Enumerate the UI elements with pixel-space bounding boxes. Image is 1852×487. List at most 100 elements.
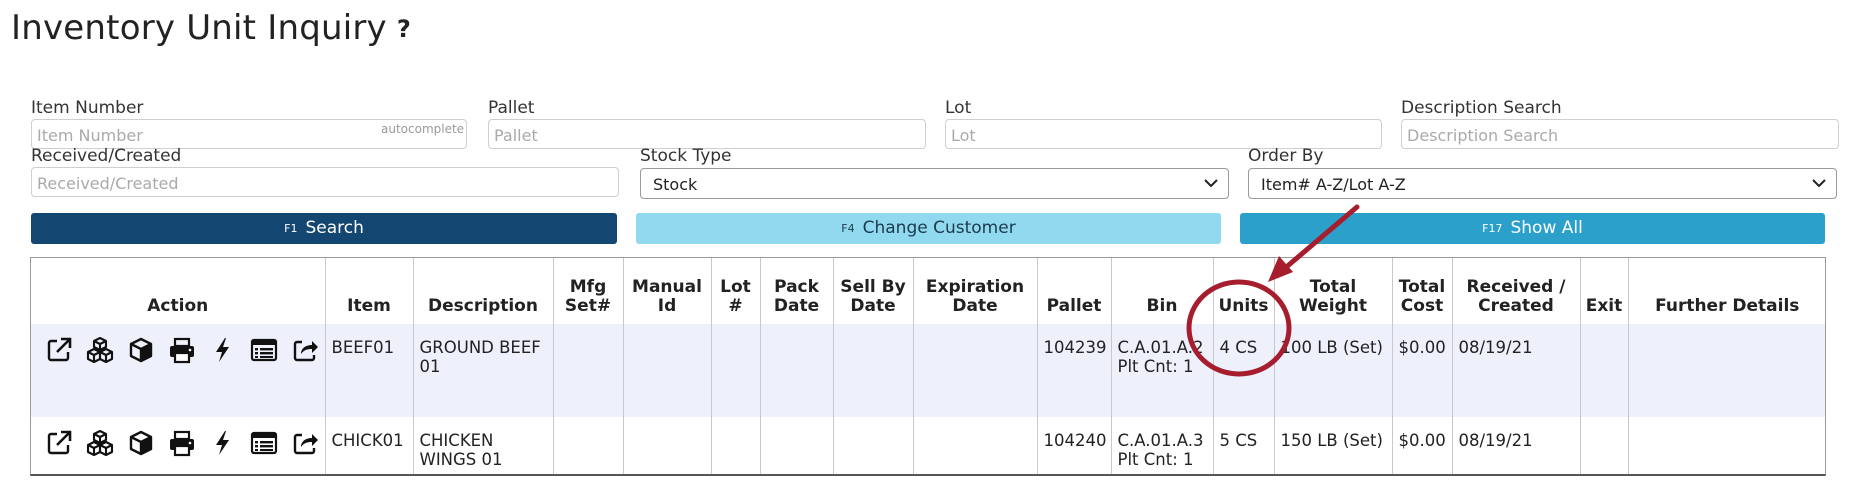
help-icon[interactable]: ?: [397, 15, 411, 43]
show-all-button-label: Show All: [1510, 218, 1583, 238]
boxes-icon[interactable]: [86, 336, 114, 364]
col-pallet[interactable]: Pallet: [1037, 258, 1112, 324]
cell-pallet: 104240: [1037, 417, 1112, 474]
plt-cnt: Plt Cnt: 1: [1117, 357, 1194, 376]
autocomplete-hint: autocomplete: [381, 122, 465, 136]
order-by-value: Item# A-Z/Lot A-Z: [1261, 175, 1406, 194]
cell-further-details: [1628, 417, 1825, 474]
share-icon[interactable]: [291, 336, 319, 364]
page-title: Inventory Unit Inquiry?: [11, 8, 411, 48]
pallet-label: Pallet: [488, 98, 535, 118]
description-search-input[interactable]: [1401, 119, 1839, 149]
bolt-icon[interactable]: [209, 336, 237, 364]
page-title-text: Inventory Unit Inquiry: [11, 8, 387, 48]
search-button[interactable]: F1 Search: [31, 213, 617, 244]
cell-total-cost: $0.00: [1392, 324, 1453, 417]
pallet-input[interactable]: [488, 119, 926, 149]
change-customer-button-label: Change Customer: [862, 218, 1016, 238]
show-all-hotkey: F17: [1482, 222, 1503, 235]
item-number-label: Item Number: [31, 98, 144, 118]
print-icon[interactable]: [168, 336, 196, 364]
stock-type-select[interactable]: Stock: [640, 168, 1229, 199]
cell-lot: [711, 324, 761, 417]
col-sell-by-date[interactable]: Sell By Date: [833, 258, 914, 324]
cell-sell-by: [833, 324, 914, 417]
cell-mfg-set: [553, 324, 624, 417]
results-table: Action Item Description Mfg Set# Manual …: [31, 258, 1825, 474]
row-actions: [31, 417, 326, 474]
chevron-down-icon: [1812, 179, 1826, 188]
cell-manual-id: [623, 417, 712, 474]
col-description[interactable]: Description: [413, 258, 554, 324]
cell-lot: [711, 417, 761, 474]
bin-code: C.A.01.A.2: [1117, 338, 1204, 357]
share-icon[interactable]: [291, 429, 319, 457]
cell-exit: [1580, 417, 1629, 474]
col-expiration-date[interactable]: Expiration Date: [913, 258, 1038, 324]
cell-item: CHICK01: [325, 417, 414, 474]
box-icon[interactable]: [127, 429, 155, 457]
change-customer-hotkey: F4: [841, 222, 855, 235]
col-action[interactable]: Action: [31, 258, 326, 324]
cell-expiration: [913, 417, 1038, 474]
lot-input[interactable]: [945, 119, 1382, 149]
list-icon[interactable]: [250, 429, 278, 457]
cell-bin: C.A.01.A.3 Plt Cnt: 1: [1111, 417, 1214, 474]
action-icons-row-2: [37, 429, 319, 457]
cell-total-cost: $0.00: [1392, 417, 1453, 474]
order-by-select[interactable]: Item# A-Z/Lot A-Z: [1248, 168, 1837, 199]
col-further-details[interactable]: Further Details: [1628, 258, 1825, 324]
plt-cnt: Plt Cnt: 1: [1117, 450, 1194, 469]
cell-units: 5 CS: [1213, 417, 1275, 474]
col-lot[interactable]: Lot #: [711, 258, 761, 324]
bolt-icon[interactable]: [209, 429, 237, 457]
change-customer-button[interactable]: F4 Change Customer: [636, 213, 1221, 244]
cell-item: BEEF01: [325, 324, 414, 417]
cell-received: 08/19/21: [1452, 417, 1581, 474]
order-by-label: Order By: [1248, 146, 1324, 166]
table-row[interactable]: BEEF01 GROUND BEEF 01 104239 C.A.01.A.2 P…: [31, 324, 1825, 417]
cell-total-weight: 150 LB (Set): [1274, 417, 1393, 474]
col-total-weight[interactable]: Total Weight: [1274, 258, 1393, 324]
col-total-cost[interactable]: Total Cost: [1392, 258, 1453, 324]
table-header-row: Action Item Description Mfg Set# Manual …: [31, 258, 1825, 324]
search-button-label: Search: [305, 218, 364, 238]
cell-sell-by: [833, 417, 914, 474]
col-item[interactable]: Item: [325, 258, 414, 324]
bin-code: C.A.01.A.3: [1117, 431, 1204, 450]
col-manual-id[interactable]: Manual Id: [623, 258, 712, 324]
col-mfg-set[interactable]: Mfg Set#: [553, 258, 624, 324]
table-row[interactable]: CHICK01 CHICKEN WINGS 01 104240 C.A.01.A…: [31, 417, 1825, 474]
cell-received: 08/19/21: [1452, 324, 1581, 417]
cell-further-details: [1628, 324, 1825, 417]
lot-label: Lot: [945, 98, 972, 118]
chevron-down-icon: [1204, 179, 1218, 188]
external-link-icon[interactable]: [45, 336, 73, 364]
cell-expiration: [913, 324, 1038, 417]
stock-type-label: Stock Type: [640, 146, 732, 166]
col-bin[interactable]: Bin: [1111, 258, 1214, 324]
results-grid: Action Item Description Mfg Set# Manual …: [30, 257, 1826, 476]
received-created-input[interactable]: [31, 167, 619, 197]
col-received-created[interactable]: Received / Created: [1452, 258, 1581, 324]
box-icon[interactable]: [127, 336, 155, 364]
print-icon[interactable]: [168, 429, 196, 457]
show-all-button[interactable]: F17 Show All: [1240, 213, 1825, 244]
cell-pack-date: [760, 324, 834, 417]
cell-manual-id: [623, 324, 712, 417]
action-icons-row-1: [37, 336, 319, 364]
cell-pallet: 104239: [1037, 324, 1112, 417]
cell-bin: C.A.01.A.2 Plt Cnt: 1: [1111, 324, 1214, 417]
search-hotkey: F1: [284, 222, 298, 235]
cell-exit: [1580, 324, 1629, 417]
external-link-icon[interactable]: [45, 429, 73, 457]
col-exit[interactable]: Exit: [1580, 258, 1629, 324]
boxes-icon[interactable]: [86, 429, 114, 457]
cell-total-weight: 100 LB (Set): [1274, 324, 1393, 417]
cell-pack-date: [760, 417, 834, 474]
col-pack-date[interactable]: Pack Date: [760, 258, 834, 324]
description-search-label: Description Search: [1401, 98, 1562, 118]
list-icon[interactable]: [250, 336, 278, 364]
cell-description: GROUND BEEF 01: [413, 324, 554, 417]
col-units[interactable]: Units: [1213, 258, 1275, 324]
